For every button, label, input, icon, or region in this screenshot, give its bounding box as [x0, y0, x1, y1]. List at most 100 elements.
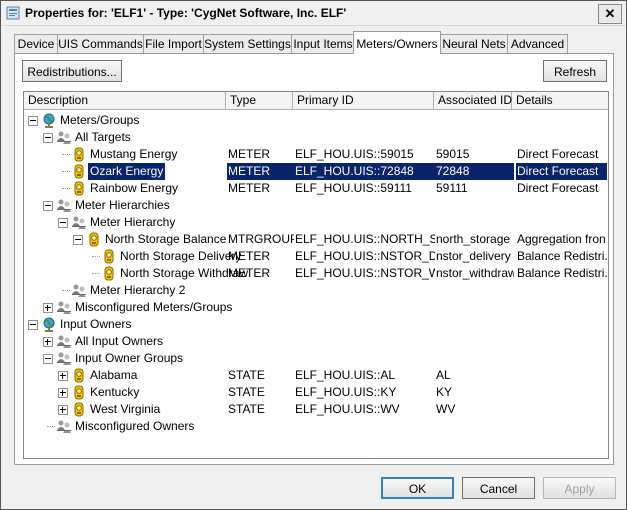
row-details [516, 299, 607, 316]
column-header-associated-id[interactable]: Associated ID [434, 92, 512, 109]
row-associated-id: KY [436, 385, 453, 399]
collapse-toggle-icon[interactable] [28, 116, 38, 126]
all-targets-node[interactable]: All Targets [24, 129, 608, 146]
title-bar: Properties for: 'ELF1' - Type: 'CygNet S… [1, 1, 626, 26]
tab-uis-commands[interactable]: UIS Commands [57, 34, 144, 53]
tab-system-settings[interactable]: System Settings [203, 34, 292, 53]
expand-toggle-icon[interactable] [58, 388, 68, 398]
globe-icon [41, 113, 57, 128]
row-associated-id [435, 129, 514, 146]
row-details: Direct Forecast [517, 181, 599, 195]
row-associated-id: AL [436, 368, 451, 382]
refresh-button[interactable]: Refresh [543, 60, 607, 82]
row-primary-id [294, 112, 435, 129]
column-header-type[interactable]: Type [226, 92, 293, 109]
row-primary-id [294, 316, 435, 333]
row-associated-id [435, 350, 514, 367]
row-description: Meters/Groups [60, 113, 140, 127]
input-owners-node[interactable]: Input Owners [24, 316, 608, 333]
rainbow-energy-row[interactable]: Rainbow Energy METER ELF_HOU.UIS::59111 591… [24, 180, 608, 197]
misconfigured-meters-groups-node[interactable]: Misconfigured Meters/Groups [24, 299, 608, 316]
tab-file-import[interactable]: File Import [143, 34, 204, 53]
row-primary-id: ELF_HOU.UIS::NORTH_ST [295, 232, 435, 246]
row-associated-id: 59111 [436, 181, 468, 195]
row-description: Misconfigured Owners [75, 419, 195, 433]
row-details [516, 129, 607, 146]
row-description: Kentucky [90, 385, 140, 399]
close-icon: ✕ [604, 6, 616, 21]
tree-connector [62, 188, 70, 189]
meters-owners-tree-list[interactable]: Description Type Primary ID Associated I… [23, 91, 609, 459]
collapse-toggle-icon[interactable] [28, 320, 38, 330]
collapse-toggle-icon[interactable] [43, 201, 53, 211]
column-header-details[interactable]: Details [512, 92, 608, 109]
row-type [227, 350, 294, 367]
input-owner-groups-node[interactable]: Input Owner Groups [24, 350, 608, 367]
globe-icon [41, 317, 57, 332]
row-description: Mustang Energy [90, 147, 178, 161]
north-storage-delivery-row[interactable]: North Storage Delivery METER ELF_HOU.UIS::… [24, 248, 608, 265]
north-storage-balance-row[interactable]: North Storage Balance MTRGROUP ELF_HOU.UIS… [24, 231, 608, 248]
row-type [227, 418, 294, 435]
row-description: All Targets [75, 130, 131, 144]
ozark-energy-row[interactable]: Ozark Energy METER ELF_HOU.UIS::72848 72848… [24, 163, 608, 180]
row-type [227, 282, 294, 299]
cancel-button[interactable]: Cancel [462, 477, 535, 499]
row-details: Direct Forecast [517, 147, 599, 161]
expand-toggle-icon[interactable] [43, 337, 53, 347]
row-details [516, 350, 607, 367]
collapse-toggle-icon[interactable] [43, 354, 53, 364]
row-description: North Storage Delivery [120, 249, 242, 263]
row-type: STATE [228, 402, 265, 416]
collapse-toggle-icon[interactable] [43, 133, 53, 143]
tab-advanced[interactable]: Advanced [507, 34, 568, 53]
close-button[interactable]: ✕ [598, 4, 622, 24]
expand-toggle-icon[interactable] [43, 303, 53, 313]
ok-button[interactable]: OK [381, 477, 454, 499]
apply-button[interactable]: Apply [543, 477, 616, 499]
meters-groups-node[interactable]: Meters/Groups [24, 112, 608, 129]
west-virginia-row[interactable]: West Virginia STATE ELF_HOU.UIS::WV WV [24, 401, 608, 418]
expand-toggle-icon[interactable] [58, 405, 68, 415]
kentucky-row[interactable]: Kentucky STATE ELF_HOU.UIS::KY KY [24, 384, 608, 401]
row-type: METER [228, 147, 270, 161]
row-details [516, 384, 607, 401]
meter-hierarchy-2-node[interactable]: Meter Hierarchy 2 [24, 282, 608, 299]
row-description: Input Owner Groups [75, 351, 184, 365]
all-input-owners-node[interactable]: All Input Owners [24, 333, 608, 350]
row-primary-id: ELF_HOU.UIS::72848 [294, 163, 435, 180]
row-details [516, 367, 607, 384]
group-icon [56, 334, 72, 349]
row-associated-id: 72848 [435, 163, 514, 180]
row-primary-id [294, 282, 435, 299]
row-associated-id [435, 418, 514, 435]
mustang-energy-row[interactable]: Mustang Energy METER ELF_HOU.UIS::59015 590… [24, 146, 608, 163]
group-icon [56, 300, 72, 315]
tab-neural-nets[interactable]: Neural Nets [440, 34, 508, 53]
tab-meters-owners[interactable]: Meters/Owners [353, 31, 441, 54]
tree-connector [47, 426, 55, 427]
tab-input-items[interactable]: Input Items [291, 34, 355, 53]
collapse-toggle-icon[interactable] [58, 218, 68, 228]
row-primary-id: ELF_HOU.UIS::WV [295, 402, 400, 416]
tab-device[interactable]: Device [14, 34, 58, 53]
group-icon [71, 283, 87, 298]
expand-toggle-icon[interactable] [58, 371, 68, 381]
row-associated-id [435, 112, 514, 129]
misconfigured-owners-node[interactable]: Misconfigured Owners [24, 418, 608, 435]
row-associated-id: WV [436, 402, 456, 416]
column-header-primary-id[interactable]: Primary ID [293, 92, 434, 109]
row-description: Alabama [90, 368, 138, 382]
north-storage-withdraw-row[interactable]: North Storage Withdraw METER ELF_HOU.UIS::… [24, 265, 608, 282]
row-type: METER [227, 163, 294, 180]
window-title: Properties for: 'ELF1' - Type: 'CygNet S… [25, 6, 347, 20]
redistributions-button[interactable]: Redistributions... [22, 60, 122, 82]
row-type [227, 214, 294, 231]
column-header-description[interactable]: Description [24, 92, 226, 109]
alabama-row[interactable]: Alabama STATE ELF_HOU.UIS::AL AL [24, 367, 608, 384]
meter-hierarchies-node[interactable]: Meter Hierarchies [24, 197, 608, 214]
meter-hierarchy-node[interactable]: Meter Hierarchy [24, 214, 608, 231]
meter-icon [71, 368, 87, 383]
collapse-toggle-icon[interactable] [73, 235, 83, 245]
properties-dialog: Properties for: 'ELF1' - Type: 'CygNet S… [0, 0, 627, 510]
